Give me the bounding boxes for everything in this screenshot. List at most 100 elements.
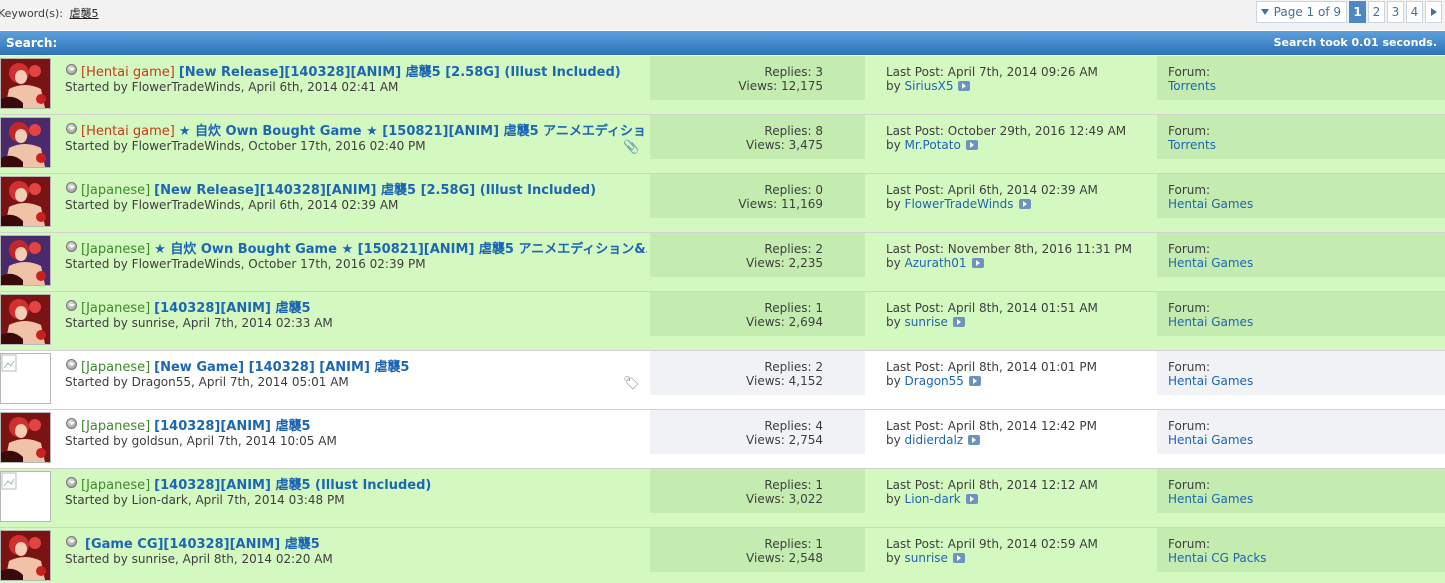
- thread-stats: Replies: 0 Views: 11,169: [650, 174, 865, 218]
- views-count: Views: 3,475: [746, 138, 823, 152]
- views-count: Views: 2,694: [746, 315, 823, 329]
- last-poster-link[interactable]: didierdalz: [905, 433, 964, 447]
- thread-prefix: [Hentai game]: [81, 124, 175, 139]
- thread-title-link[interactable]: [Game CG][140328][ANIM] 虐襲5: [85, 537, 320, 552]
- forum-cell: Forum: Torrents: [1157, 56, 1445, 100]
- go-to-last-post-icon[interactable]: [971, 258, 984, 268]
- thread-status-icon[interactable]: [66, 359, 77, 370]
- forum-link[interactable]: Hentai Games: [1168, 492, 1253, 506]
- page-link-2[interactable]: 2: [1368, 1, 1385, 23]
- tag-icon: 🏷: [623, 376, 640, 391]
- thread-title-link[interactable]: [140328][ANIM] 虐襲5: [154, 301, 310, 316]
- thread-title-link[interactable]: [New Release][140328][ANIM] 虐襲5 [2.58G] …: [154, 183, 596, 198]
- last-post-date: Last Post: April 6th, 2014 02:39 AM: [886, 183, 1098, 197]
- last-poster-link[interactable]: FlowerTradeWinds: [905, 197, 1014, 211]
- go-to-last-post-icon[interactable]: [952, 553, 965, 563]
- thread-row: [Japanese] [140328][ANIM] 虐襲5 (Illust Inc…: [0, 469, 1445, 528]
- go-to-last-post-icon[interactable]: [968, 376, 981, 386]
- thread-starter: Started by sunrise, April 7th, 2014 02:3…: [65, 316, 333, 330]
- thread-starter: Started by Dragon55, April 7th, 2014 05:…: [65, 375, 349, 389]
- forum-link[interactable]: Torrents: [1168, 79, 1216, 93]
- thread-status-icon[interactable]: [66, 123, 77, 134]
- go-to-last-post-icon[interactable]: [952, 317, 965, 327]
- thread-thumbnail[interactable]: [0, 176, 51, 227]
- thread-prefix: [Japanese]: [81, 419, 151, 434]
- go-to-last-post-icon[interactable]: [965, 494, 978, 504]
- page-link-4[interactable]: 4: [1406, 1, 1423, 23]
- thread-thumbnail[interactable]: [0, 471, 51, 522]
- last-post: Last Post: April 8th, 2014 12:12 AM by Li…: [886, 478, 1098, 506]
- go-to-last-post-icon[interactable]: [958, 81, 971, 91]
- forum-label: Forum:: [1168, 478, 1211, 492]
- thread-starter: Started by FlowerTradeWinds, October 17t…: [65, 257, 426, 271]
- thread-status-icon[interactable]: [66, 536, 77, 547]
- thread-title: [Game CG][140328][ANIM] 虐襲5: [81, 533, 320, 552]
- next-page-button[interactable]: [1425, 1, 1442, 23]
- keyword-line: Keyword(s): 虐襲5: [0, 5, 99, 21]
- last-post-date: Last Post: April 8th, 2014 01:51 AM: [886, 301, 1098, 315]
- forum-link[interactable]: Hentai Games: [1168, 197, 1253, 211]
- thread-thumbnail[interactable]: [0, 412, 51, 463]
- replies-count: Replies: 2: [764, 242, 823, 256]
- last-poster-link[interactable]: Dragon55: [905, 374, 964, 388]
- thread-status-icon[interactable]: [66, 241, 77, 252]
- thread-title: [Japanese] [140328][ANIM] 虐襲5 (Illust Inc…: [81, 474, 431, 493]
- thread-status-icon[interactable]: [66, 64, 77, 75]
- thread-stats: Replies: 8 Views: 3,475: [650, 115, 865, 159]
- thread-starter: Started by FlowerTradeWinds, April 6th, …: [65, 198, 399, 212]
- forum-link[interactable]: Torrents: [1168, 138, 1216, 152]
- last-post-by: by sunrise: [886, 315, 1098, 329]
- go-to-last-post-icon[interactable]: [1018, 199, 1031, 209]
- thread-title-link[interactable]: [140328][ANIM] 虐襲5: [154, 419, 310, 434]
- page-link-3[interactable]: 3: [1387, 1, 1404, 23]
- thread-title-link[interactable]: ★ 自炊 Own Bought Game ★ [150821][ANIM] 虐襲…: [154, 242, 647, 257]
- views-count: Views: 4,152: [746, 374, 823, 388]
- forum-link[interactable]: Hentai Games: [1168, 374, 1253, 388]
- thread-thumbnail[interactable]: [0, 235, 51, 286]
- last-post: Last Post: April 8th, 2014 12:42 PM by di…: [886, 419, 1097, 447]
- thread-title-link[interactable]: ★ 自炊 Own Bought Game ★ [150821][ANIM] 虐襲…: [179, 124, 647, 139]
- thread-row: [Hentai game] [New Release][140328][ANIM]…: [0, 56, 1445, 115]
- page-jump-dropdown[interactable]: Page 1 of 9: [1255, 1, 1347, 23]
- thread-title-link[interactable]: [New Game] [140328] [ANIM] 虐襲5: [154, 360, 409, 375]
- replies-count: Replies: 1: [764, 537, 823, 551]
- views-count: Views: 12,175: [738, 79, 823, 93]
- forum-cell: Forum: Hentai Games: [1157, 469, 1445, 513]
- last-poster-link[interactable]: sunrise: [905, 551, 948, 565]
- thread-title-link[interactable]: [New Release][140328][ANIM] 虐襲5 [2.58G] …: [179, 65, 621, 80]
- go-to-last-post-icon[interactable]: [965, 140, 978, 150]
- thread-status-icon[interactable]: [66, 418, 77, 429]
- thread-status-icon[interactable]: [66, 182, 77, 193]
- thread-status-icon[interactable]: [66, 300, 77, 311]
- thread-thumbnail[interactable]: [0, 117, 51, 168]
- thread-prefix: [Japanese]: [81, 242, 151, 257]
- last-post-date: Last Post: April 8th, 2014 12:42 PM: [886, 419, 1097, 433]
- last-poster-link[interactable]: Azurath01: [905, 256, 967, 270]
- thread-row: [Japanese] [140328][ANIM] 虐襲5 Started by g…: [0, 410, 1445, 469]
- last-post-date: Last Post: April 7th, 2014 09:26 AM: [886, 65, 1098, 79]
- last-post: Last Post: April 7th, 2014 09:26 AM by Si…: [886, 65, 1098, 93]
- last-poster-link[interactable]: Mr.Potato: [905, 138, 961, 152]
- go-to-last-post-icon[interactable]: [968, 435, 981, 445]
- thread-thumbnail[interactable]: [0, 353, 51, 404]
- forum-link[interactable]: Hentai Games: [1168, 433, 1253, 447]
- thread-title-link[interactable]: [140328][ANIM] 虐襲5 (Illust Included): [154, 478, 431, 493]
- last-poster-link[interactable]: sunrise: [905, 315, 948, 329]
- forum-link[interactable]: Hentai Games: [1168, 256, 1253, 270]
- thread-thumbnail[interactable]: [0, 530, 51, 581]
- forum-label: Forum:: [1168, 301, 1211, 315]
- thread-thumbnail[interactable]: [0, 58, 51, 109]
- keyword-link[interactable]: 虐襲5: [70, 7, 99, 20]
- thread-status-icon[interactable]: [66, 477, 77, 488]
- chevron-down-icon: [1260, 9, 1269, 15]
- last-poster-link[interactable]: SiriusX5: [905, 79, 954, 93]
- by-label: by: [886, 138, 901, 152]
- last-poster-link[interactable]: Lion-dark: [905, 492, 961, 506]
- replies-count: Replies: 2: [764, 360, 823, 374]
- forum-link[interactable]: Hentai Games: [1168, 315, 1253, 329]
- forum-link[interactable]: Hentai CG Packs: [1168, 551, 1267, 565]
- paperclip-icon: 📎: [623, 140, 640, 155]
- thread-thumbnail[interactable]: [0, 294, 51, 345]
- page-link-1[interactable]: 1: [1349, 1, 1366, 23]
- last-post-by: by Dragon55: [886, 374, 1097, 388]
